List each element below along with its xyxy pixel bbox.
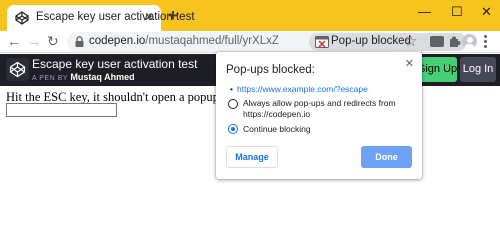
- done-button[interactable]: Done: [361, 146, 412, 168]
- browser-menu-icon[interactable]: [483, 34, 487, 50]
- continue-blocking-radio[interactable]: [228, 124, 238, 134]
- pen-title: Escape key user activation test: [32, 57, 198, 71]
- address-bar[interactable]: codepen.io/mustaqahmed/full/yrXLxZ Pop-u…: [67, 32, 467, 52]
- manage-button[interactable]: Manage: [226, 146, 278, 168]
- text-input[interactable]: [6, 103, 117, 117]
- url-host: codepen.io: [89, 35, 146, 47]
- codepen-logo-icon[interactable]: [6, 58, 29, 81]
- blocked-popup-link[interactable]: https://www.example.com/?escape: [230, 84, 368, 94]
- lock-icon: [75, 36, 84, 47]
- codepen-icon: [15, 11, 29, 25]
- extension-icon[interactable]: [430, 36, 444, 47]
- browser-tab[interactable]: Escape key user activation test ✕: [7, 5, 195, 31]
- reload-icon[interactable]: ↻: [47, 34, 59, 48]
- pen-byline: A PEN BY Mustaq Ahmed: [32, 72, 135, 82]
- puzzle-extension-icon[interactable]: [449, 36, 461, 48]
- sign-up-button[interactable]: Sign Up: [418, 57, 457, 82]
- always-allow-radio[interactable]: [228, 99, 238, 109]
- tab-strip: Escape key user activation test ✕ + — ☐ …: [0, 0, 500, 31]
- bookmark-star-icon[interactable]: ☆: [404, 32, 417, 50]
- popup-blocked-icon: [315, 36, 329, 48]
- bubble-close-icon[interactable]: ✕: [405, 57, 414, 70]
- always-allow-label[interactable]: Always allow pop-ups and redirects from …: [243, 98, 413, 120]
- author-name[interactable]: Mustaq Ahmed: [70, 72, 134, 82]
- browser-toolbar: ← → ↻ codepen.io/mustaqahmed/full/yrXLxZ…: [0, 31, 500, 53]
- url-path: /mustaqahmed/full/yrXLxZ: [145, 35, 279, 47]
- url-text: codepen.io/mustaqahmed/full/yrXLxZ: [89, 35, 279, 47]
- maximize-icon[interactable]: ☐: [451, 4, 463, 20]
- minimize-icon[interactable]: —: [418, 4, 431, 19]
- profile-avatar-icon[interactable]: [462, 34, 477, 49]
- byline-prefix: A PEN BY: [32, 75, 68, 82]
- continue-blocking-label[interactable]: Continue blocking: [243, 124, 311, 135]
- popup-blocked-label: Pop-up blocked: [331, 35, 411, 47]
- window-close-icon[interactable]: ✕: [481, 4, 492, 20]
- forward-icon[interactable]: →: [27, 34, 41, 48]
- popup-blocked-bubble: Pop-ups blocked: ✕ https://www.example.c…: [216, 52, 422, 179]
- tab-close-icon[interactable]: ✕: [144, 10, 154, 24]
- new-tab-button[interactable]: +: [168, 7, 178, 24]
- back-icon[interactable]: ←: [7, 34, 21, 48]
- bubble-title: Pop-ups blocked:: [226, 64, 315, 76]
- log-in-button[interactable]: Log In: [460, 57, 496, 82]
